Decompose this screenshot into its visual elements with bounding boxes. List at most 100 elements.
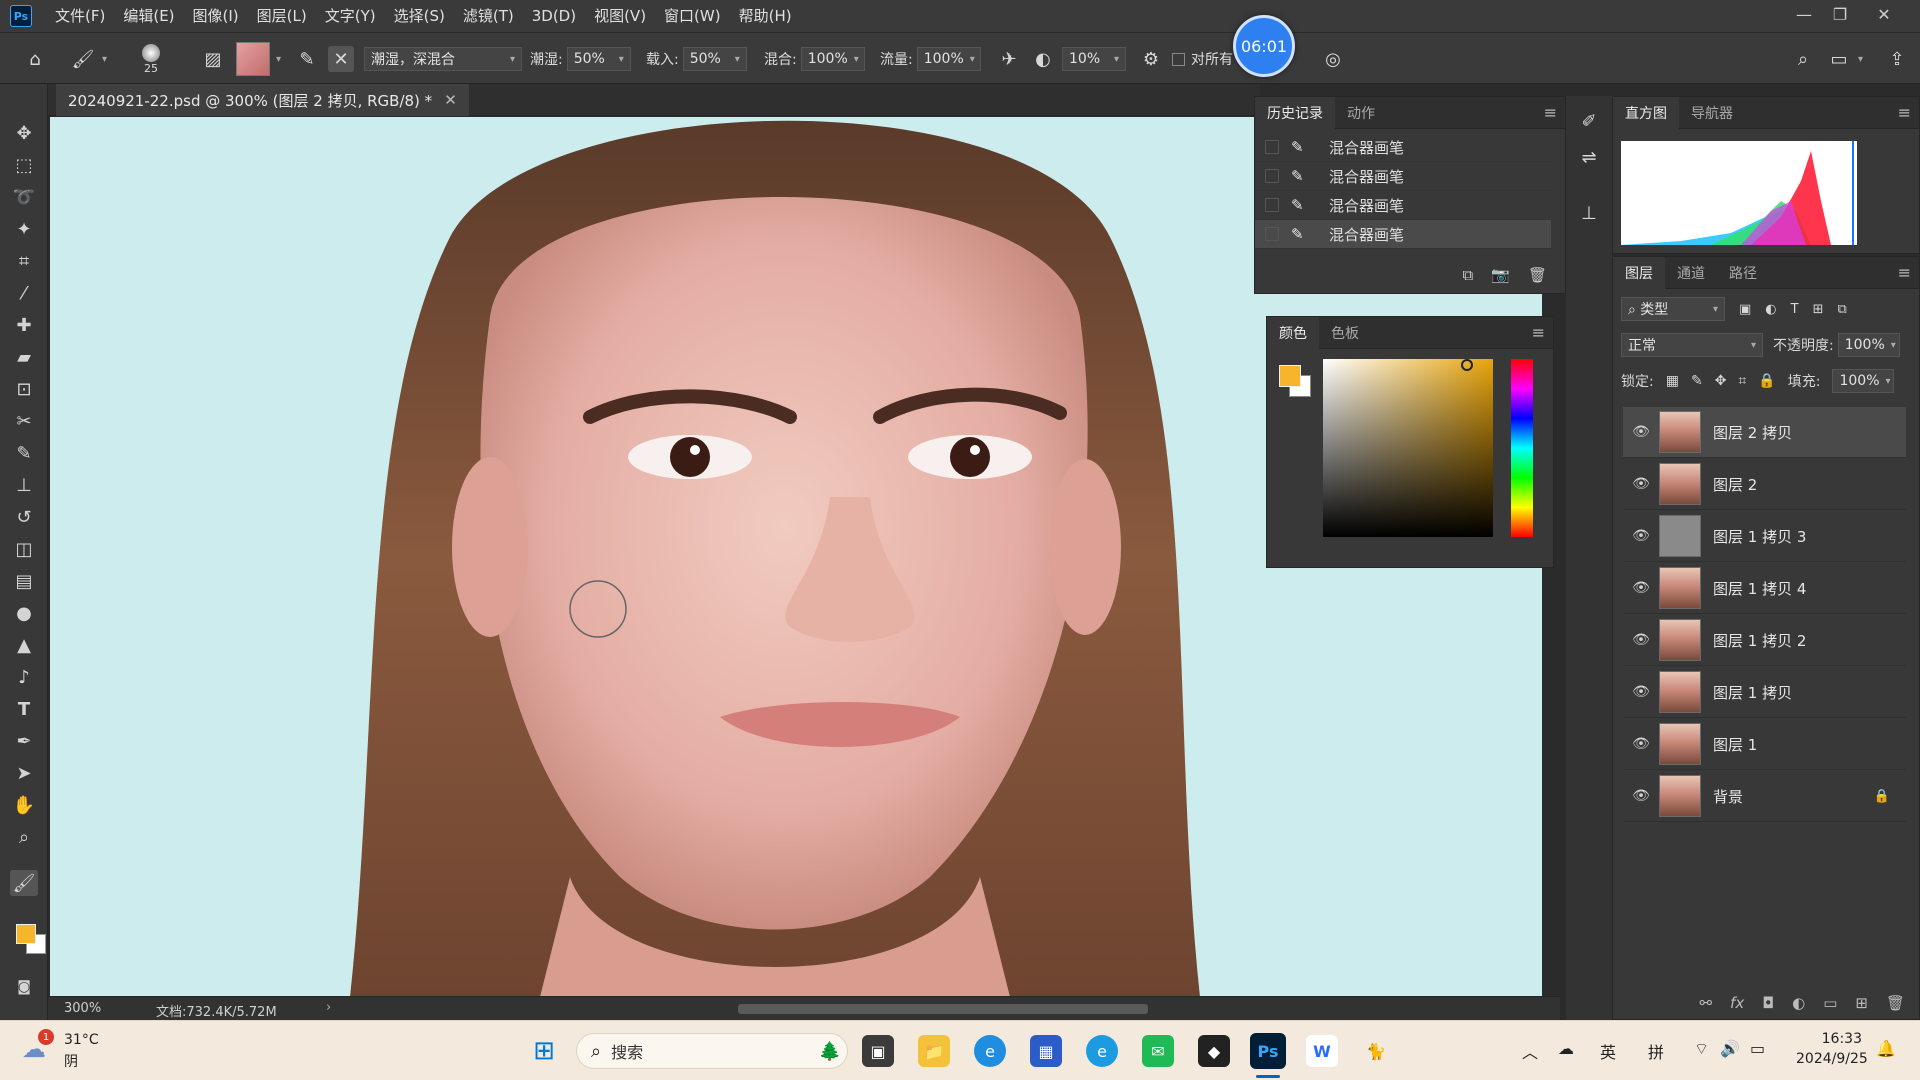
home-icon[interactable]: ⌂ xyxy=(22,46,48,72)
sharpen-tool-icon[interactable]: ▲ xyxy=(10,632,38,658)
menu-item[interactable]: 窗口(W) xyxy=(655,0,730,32)
layer-row[interactable]: 👁 图层 2 拷贝 xyxy=(1623,407,1906,458)
menu-item[interactable]: 图层(L) xyxy=(248,0,316,32)
clean-brush-icon[interactable]: ✕ xyxy=(328,46,354,72)
menu-item[interactable]: 滤镜(T) xyxy=(454,0,523,32)
gear-icon[interactable]: ⚙ xyxy=(1138,46,1164,72)
lock-artboard-icon[interactable]: ⌗ xyxy=(1738,373,1746,389)
search-icon[interactable]: ⌕ xyxy=(1790,46,1816,72)
pressure-icon[interactable]: ◎ xyxy=(1320,46,1346,72)
file-explorer-icon[interactable]: 📁 xyxy=(918,1035,950,1067)
content-aware-move-icon[interactable]: ✂ xyxy=(10,408,38,434)
cat-app-icon[interactable]: 🐈 xyxy=(1360,1035,1392,1067)
flow-input[interactable]: 100% ▾ xyxy=(916,47,981,71)
minimize-button[interactable]: — xyxy=(1786,0,1822,28)
restore-button[interactable]: ❐ xyxy=(1822,0,1858,28)
hand-tool-icon[interactable]: ✋ xyxy=(10,792,38,818)
history-snapshot-checkbox[interactable] xyxy=(1265,140,1279,154)
tab-paths[interactable]: 路径 xyxy=(1717,257,1769,289)
fx-icon[interactable]: fx xyxy=(1730,994,1744,1012)
filter-pixel-icon[interactable]: ▣ xyxy=(1739,302,1751,317)
smoothing-input[interactable]: 10% ▾ xyxy=(1062,47,1126,71)
close-window-button[interactable]: ✕ xyxy=(1866,0,1902,28)
share-icon[interactable]: ⇪ xyxy=(1884,46,1910,72)
history-item[interactable]: ✎ 混合器画笔 xyxy=(1255,133,1551,162)
blend-mode-dropdown[interactable]: 正常 ▾ xyxy=(1621,333,1763,357)
marquee-tool-icon[interactable]: ⬚ xyxy=(10,152,38,178)
volume-icon[interactable]: 🔊 xyxy=(1720,1039,1740,1058)
mixer-brush-tool-icon[interactable]: 🖌 xyxy=(70,46,96,72)
filter-adjustment-icon[interactable]: ◐ xyxy=(1765,302,1776,317)
tab-history[interactable]: 历史记录 xyxy=(1255,96,1335,129)
ime-language[interactable]: 英 xyxy=(1600,1039,1616,1063)
gradient-tool-icon[interactable]: ▤ xyxy=(10,568,38,594)
type-tool-icon[interactable]: T xyxy=(10,696,38,722)
healing-brush-tool-icon[interactable]: ✚ xyxy=(10,312,38,338)
lock-all-icon[interactable]: 🔒 xyxy=(1758,373,1775,389)
menu-item[interactable]: 视图(V) xyxy=(585,0,655,32)
3d-app-icon[interactable]: ◆ xyxy=(1198,1035,1230,1067)
messaging-app-icon[interactable]: ✉ xyxy=(1142,1035,1174,1067)
menu-item[interactable]: 3D(D) xyxy=(523,0,585,32)
trash-icon[interactable]: 🗑 xyxy=(1886,994,1905,1012)
color-field-picker[interactable] xyxy=(1323,359,1493,537)
fill-input[interactable]: 100% ▾ xyxy=(1832,369,1895,393)
workspace-icon[interactable]: ▭ xyxy=(1826,46,1852,72)
menu-item[interactable]: 选择(S) xyxy=(385,0,454,32)
tab-actions[interactable]: 动作 xyxy=(1335,97,1387,129)
brush-settings-panel-icon[interactable]: ✐ xyxy=(1576,108,1602,134)
edge-browser-icon[interactable]: e xyxy=(974,1035,1006,1067)
foreground-color-swatch[interactable] xyxy=(16,924,36,944)
history-snapshot-checkbox[interactable] xyxy=(1265,169,1279,183)
chevron-up-icon[interactable]: ︿ xyxy=(1522,1039,1538,1063)
new-layer-icon[interactable]: ⊞ xyxy=(1855,994,1868,1012)
clone-source-panel-icon[interactable]: ⊥ xyxy=(1576,200,1602,226)
battery-icon[interactable]: ▭ xyxy=(1750,1039,1765,1058)
dodge-tool-icon[interactable]: ♪ xyxy=(10,664,38,690)
mixer-brush-tool-active-icon[interactable]: 🖌 xyxy=(10,870,38,896)
history-snapshot-checkbox[interactable] xyxy=(1265,198,1279,212)
adjustment-layer-icon[interactable]: ◐ xyxy=(1792,994,1805,1012)
trash-icon[interactable]: 🗑 xyxy=(1528,266,1547,284)
visibility-eye-icon[interactable]: 👁 xyxy=(1623,528,1659,544)
blend-preset-dropdown[interactable]: 潮湿，深混合 ▾ xyxy=(364,47,522,71)
zoom-tool-icon[interactable]: ⌕ xyxy=(10,824,38,850)
hue-slider[interactable] xyxy=(1511,359,1533,537)
load-input[interactable]: 50% ▾ xyxy=(682,47,747,71)
layer-row[interactable]: 👁 图层 1 拷贝 2 xyxy=(1623,615,1906,666)
lock-transparent-icon[interactable]: ▦ xyxy=(1666,373,1679,389)
history-item[interactable]: ✎ 混合器画笔 xyxy=(1255,162,1551,191)
notification-bell-icon[interactable]: 🔔 xyxy=(1876,1039,1896,1058)
blur-tool-icon[interactable]: ● xyxy=(10,600,38,626)
menu-item[interactable]: 编辑(E) xyxy=(114,0,183,32)
color-picker-cursor[interactable] xyxy=(1461,359,1473,371)
task-view-icon[interactable]: ▣ xyxy=(862,1035,894,1067)
tab-color[interactable]: 颜色 xyxy=(1267,316,1319,349)
layer-row[interactable]: 👁 图层 1 xyxy=(1623,719,1906,770)
wet-input[interactable]: 50% ▾ xyxy=(566,47,631,71)
lock-position-icon[interactable]: ✥ xyxy=(1715,373,1727,389)
load-brush-icon[interactable]: ✎ xyxy=(294,46,320,72)
panel-menu-icon[interactable]: ≡ xyxy=(1898,263,1911,282)
new-document-from-state-icon[interactable]: ⧉ xyxy=(1463,266,1474,284)
eraser-tool-icon[interactable]: ◫ xyxy=(10,536,38,562)
brush-settings-icon[interactable]: ▨ xyxy=(200,46,226,72)
layer-filter-dropdown[interactable]: ⌕ 类型 ▾ xyxy=(1621,297,1725,321)
tab-navigator[interactable]: 导航器 xyxy=(1679,97,1745,129)
history-item[interactable]: ✎ 混合器画笔 xyxy=(1255,191,1551,220)
lock-pixels-icon[interactable]: ✎ xyxy=(1691,373,1703,389)
filter-type-icon[interactable]: T xyxy=(1791,302,1799,317)
color-foreground-swatch[interactable] xyxy=(1279,365,1301,387)
quick-mask-icon[interactable]: ◙ xyxy=(10,974,38,1000)
link-layers-icon[interactable]: ⚯ xyxy=(1699,994,1712,1012)
eyedropper-tool-icon[interactable]: ⁄ xyxy=(10,280,38,306)
writing-app-icon[interactable]: W xyxy=(1306,1035,1338,1067)
visibility-eye-icon[interactable]: 👁 xyxy=(1623,632,1659,648)
weather-widget[interactable]: ☁ 1 xyxy=(22,1029,56,1065)
visibility-eye-icon[interactable]: 👁 xyxy=(1623,476,1659,492)
current-brush-load-swatch[interactable] xyxy=(236,42,270,76)
frame-tool-icon[interactable]: ⊡ xyxy=(10,376,38,402)
move-tool-icon[interactable]: ✥ xyxy=(10,120,38,146)
brush-tool-icon[interactable]: ✎ xyxy=(10,440,38,466)
sample-all-layers-checkbox[interactable] xyxy=(1172,52,1185,66)
